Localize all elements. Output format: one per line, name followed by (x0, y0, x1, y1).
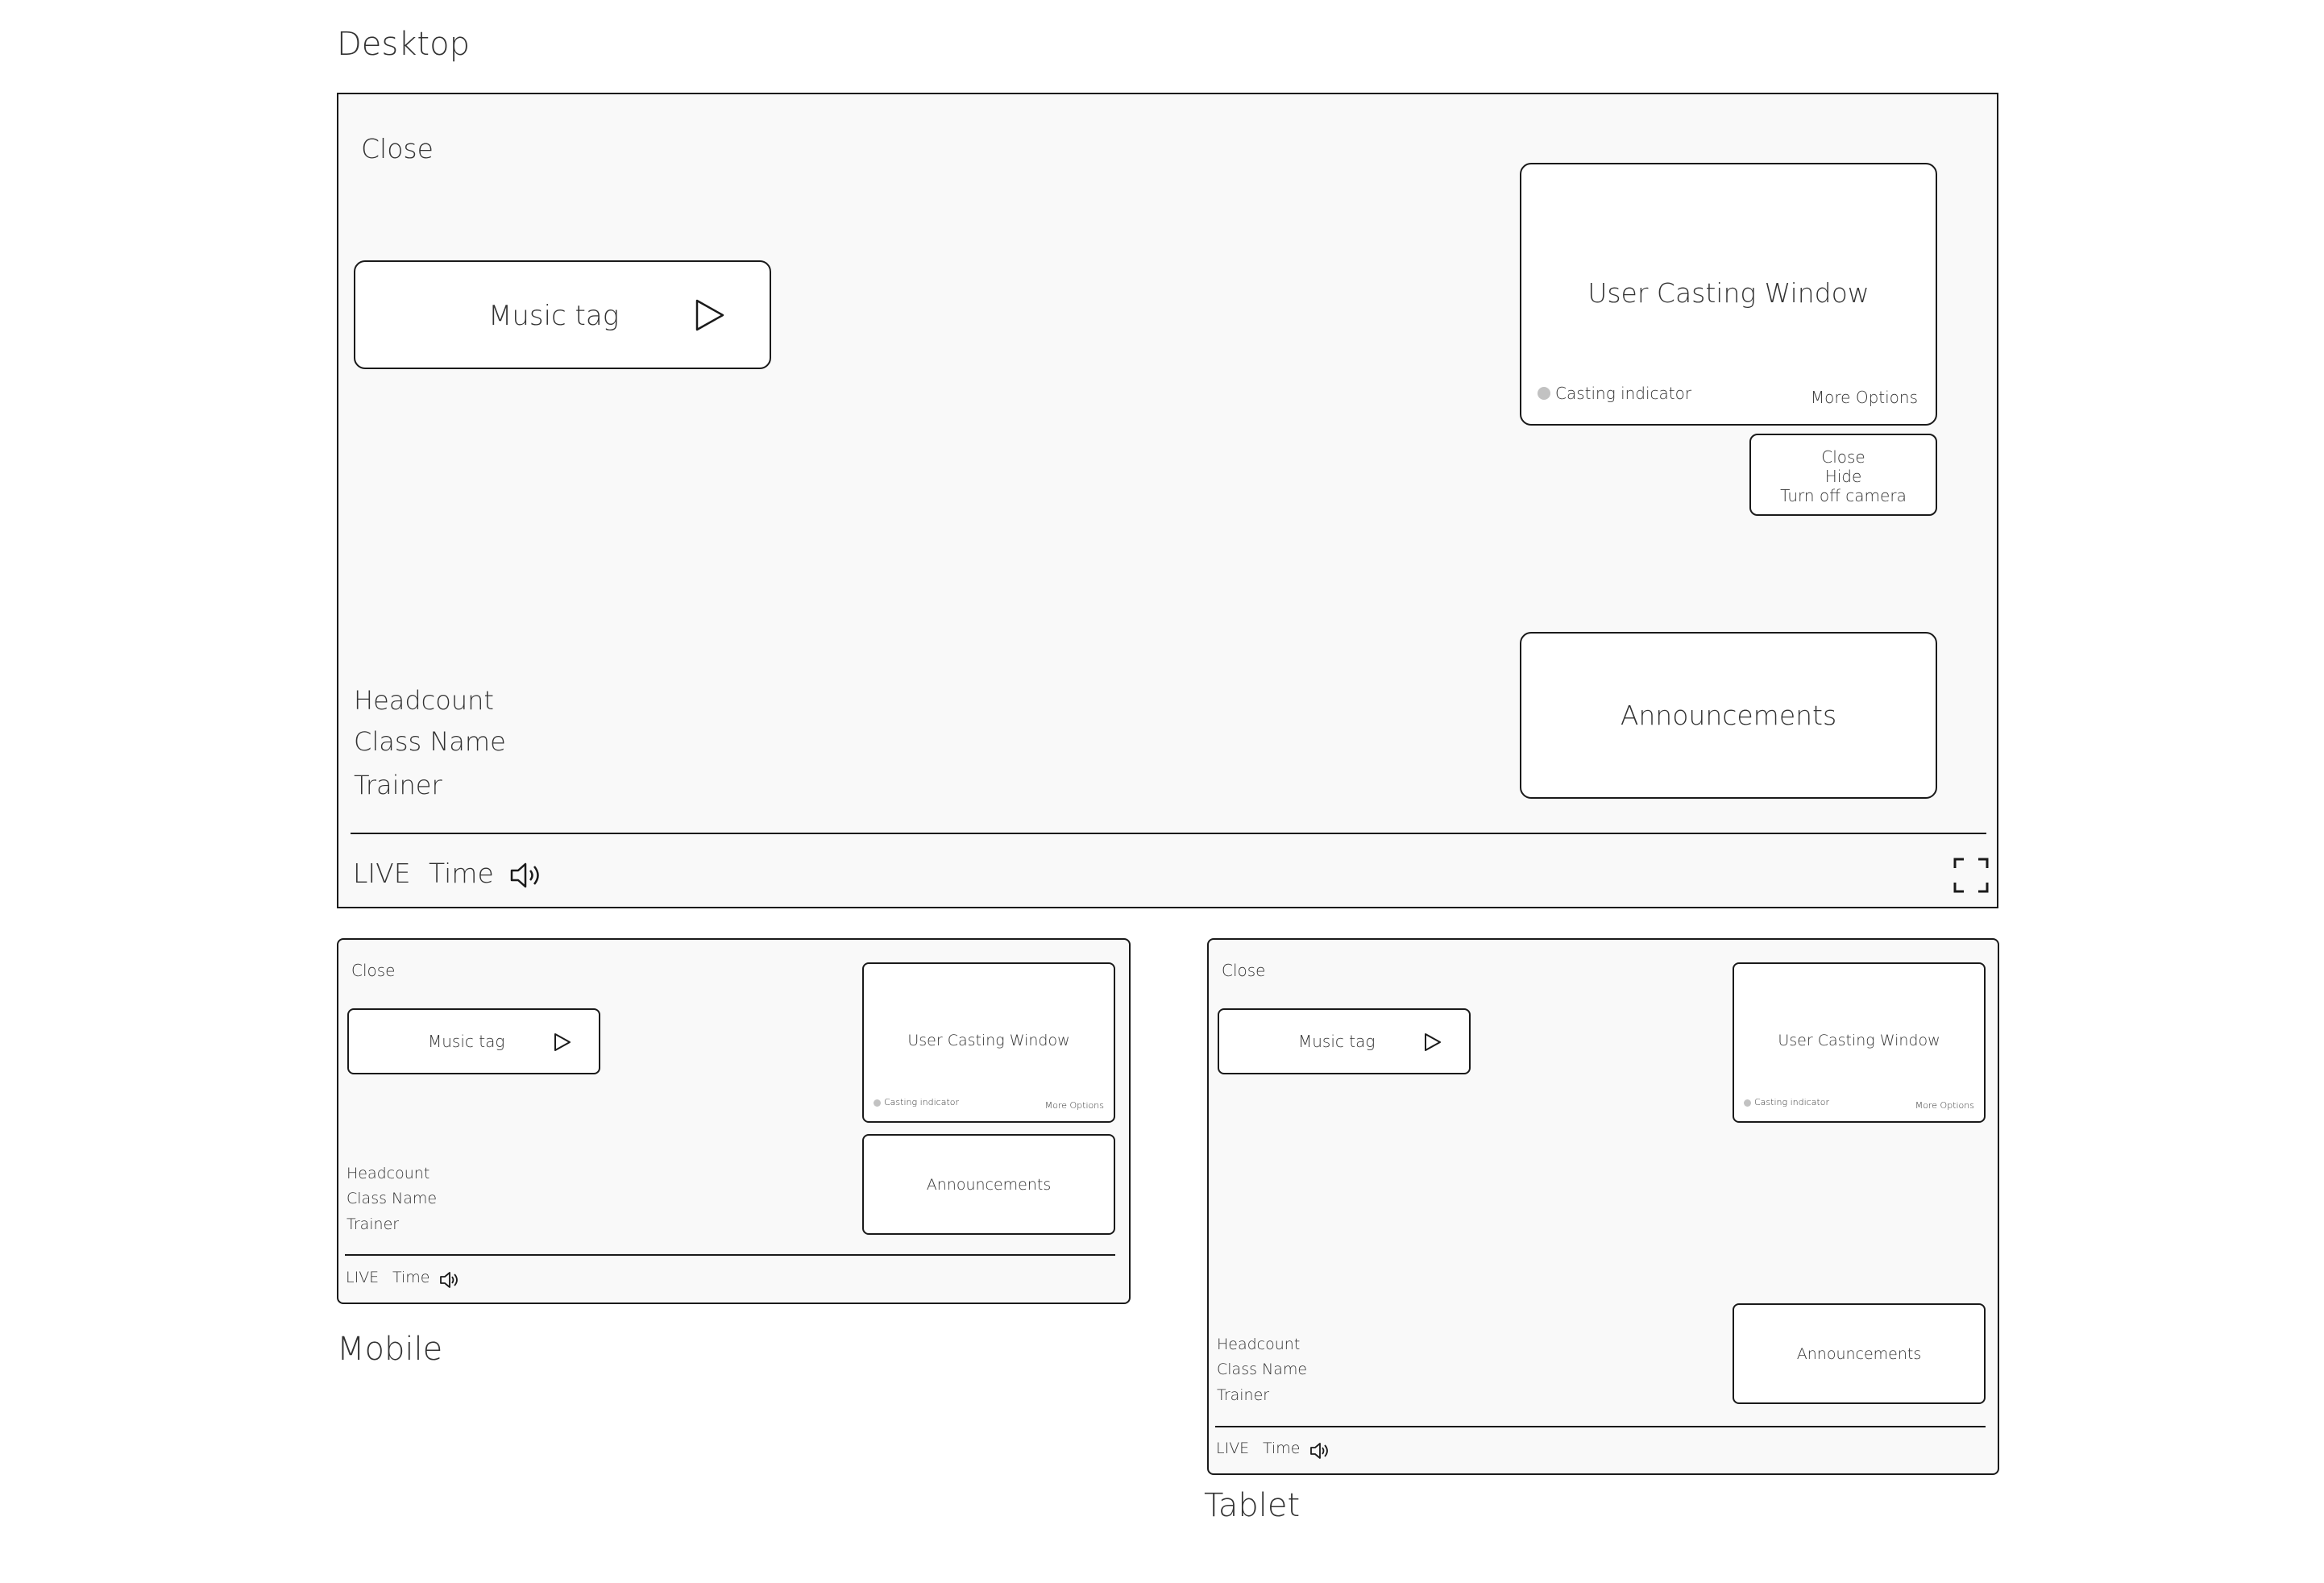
time-display: Time (392, 1269, 430, 1286)
user-casting-window[interactable]: User Casting Window Casting indicator Mo… (1520, 163, 1937, 426)
options-menu: Close Hide Turn off camera (1749, 434, 1937, 516)
desktop-player-frame: Close Music tag User Casting Window Cast… (337, 93, 1998, 908)
trainer-label: Trainer (354, 770, 442, 800)
user-casting-window[interactable]: User Casting Window Casting indicator Mo… (862, 962, 1115, 1123)
user-casting-window[interactable]: User Casting Window Casting indicator Mo… (1733, 962, 1986, 1123)
music-tag-label: Music tag (488, 300, 620, 332)
live-badge: LIVE (353, 858, 411, 889)
tablet-player-frame: Close Music tag User Casting Window Cast… (1207, 938, 1999, 1475)
live-badge: LIVE (346, 1269, 380, 1286)
music-tag-label: Music tag (428, 1032, 505, 1051)
casting-window-title: User Casting Window (1587, 277, 1870, 309)
music-tag-card[interactable]: Music tag (1218, 1008, 1471, 1074)
menu-item-hide[interactable]: Hide (1751, 467, 1936, 486)
play-icon[interactable] (1424, 1032, 1442, 1052)
controls-divider (1215, 1426, 1986, 1427)
more-options-button[interactable]: More Options (1915, 1100, 1974, 1111)
status-dot-icon (1744, 1099, 1751, 1107)
class-name-label: Class Name (347, 1190, 438, 1207)
music-tag-card[interactable]: Music tag (354, 260, 771, 369)
casting-window-title: User Casting Window (907, 1032, 1070, 1049)
close-button[interactable]: Close (351, 961, 395, 980)
music-tag-label: Music tag (1298, 1032, 1376, 1051)
play-icon[interactable] (554, 1032, 571, 1052)
mobile-heading: Mobile (337, 1331, 443, 1368)
casting-indicator-label: Casting indicator (884, 1097, 960, 1107)
controls-divider (345, 1254, 1115, 1256)
casting-indicator-label: Casting indicator (1555, 384, 1692, 403)
class-name-label: Class Name (1217, 1361, 1308, 1378)
headcount-label: Headcount (1217, 1336, 1301, 1353)
desktop-heading: Desktop (337, 26, 470, 63)
status-dot-icon (874, 1099, 881, 1107)
more-options-button[interactable]: More Options (1045, 1100, 1104, 1111)
volume-icon[interactable] (440, 1271, 461, 1289)
headcount-label: Headcount (347, 1165, 430, 1182)
menu-item-turn-off-camera[interactable]: Turn off camera (1751, 486, 1936, 505)
live-badge: LIVE (1216, 1440, 1250, 1457)
announcements-panel[interactable]: Announcements (862, 1134, 1115, 1235)
music-tag-card[interactable]: Music tag (347, 1008, 600, 1074)
menu-item-close[interactable]: Close (1751, 447, 1936, 467)
headcount-label: Headcount (354, 685, 494, 716)
trainer-label: Trainer (347, 1215, 400, 1233)
announcements-panel[interactable]: Announcements (1520, 632, 1937, 799)
casting-indicator-label: Casting indicator (1754, 1097, 1830, 1107)
time-display: Time (1263, 1440, 1301, 1457)
casting-window-title: User Casting Window (1778, 1032, 1940, 1049)
volume-icon[interactable] (1310, 1442, 1331, 1460)
announcements-label: Announcements (926, 1175, 1052, 1194)
more-options-button[interactable]: More Options (1811, 388, 1918, 407)
time-display: Time (429, 858, 494, 889)
close-button[interactable]: Close (361, 133, 434, 164)
close-button[interactable]: Close (1222, 961, 1265, 980)
trainer-label: Trainer (1217, 1386, 1270, 1404)
controls-divider (351, 833, 1986, 834)
play-icon[interactable] (695, 299, 724, 331)
fullscreen-icon[interactable] (1953, 858, 1989, 893)
class-name-label: Class Name (354, 726, 506, 757)
announcements-panel[interactable]: Announcements (1733, 1303, 1986, 1404)
tablet-heading: Tablet (1204, 1487, 1301, 1524)
announcements-label: Announcements (1620, 700, 1837, 731)
mobile-player-frame: Close Music tag User Casting Window Cast… (337, 938, 1131, 1304)
volume-icon[interactable] (510, 862, 544, 889)
announcements-label: Announcements (1796, 1344, 1922, 1363)
status-dot-icon (1538, 387, 1550, 400)
